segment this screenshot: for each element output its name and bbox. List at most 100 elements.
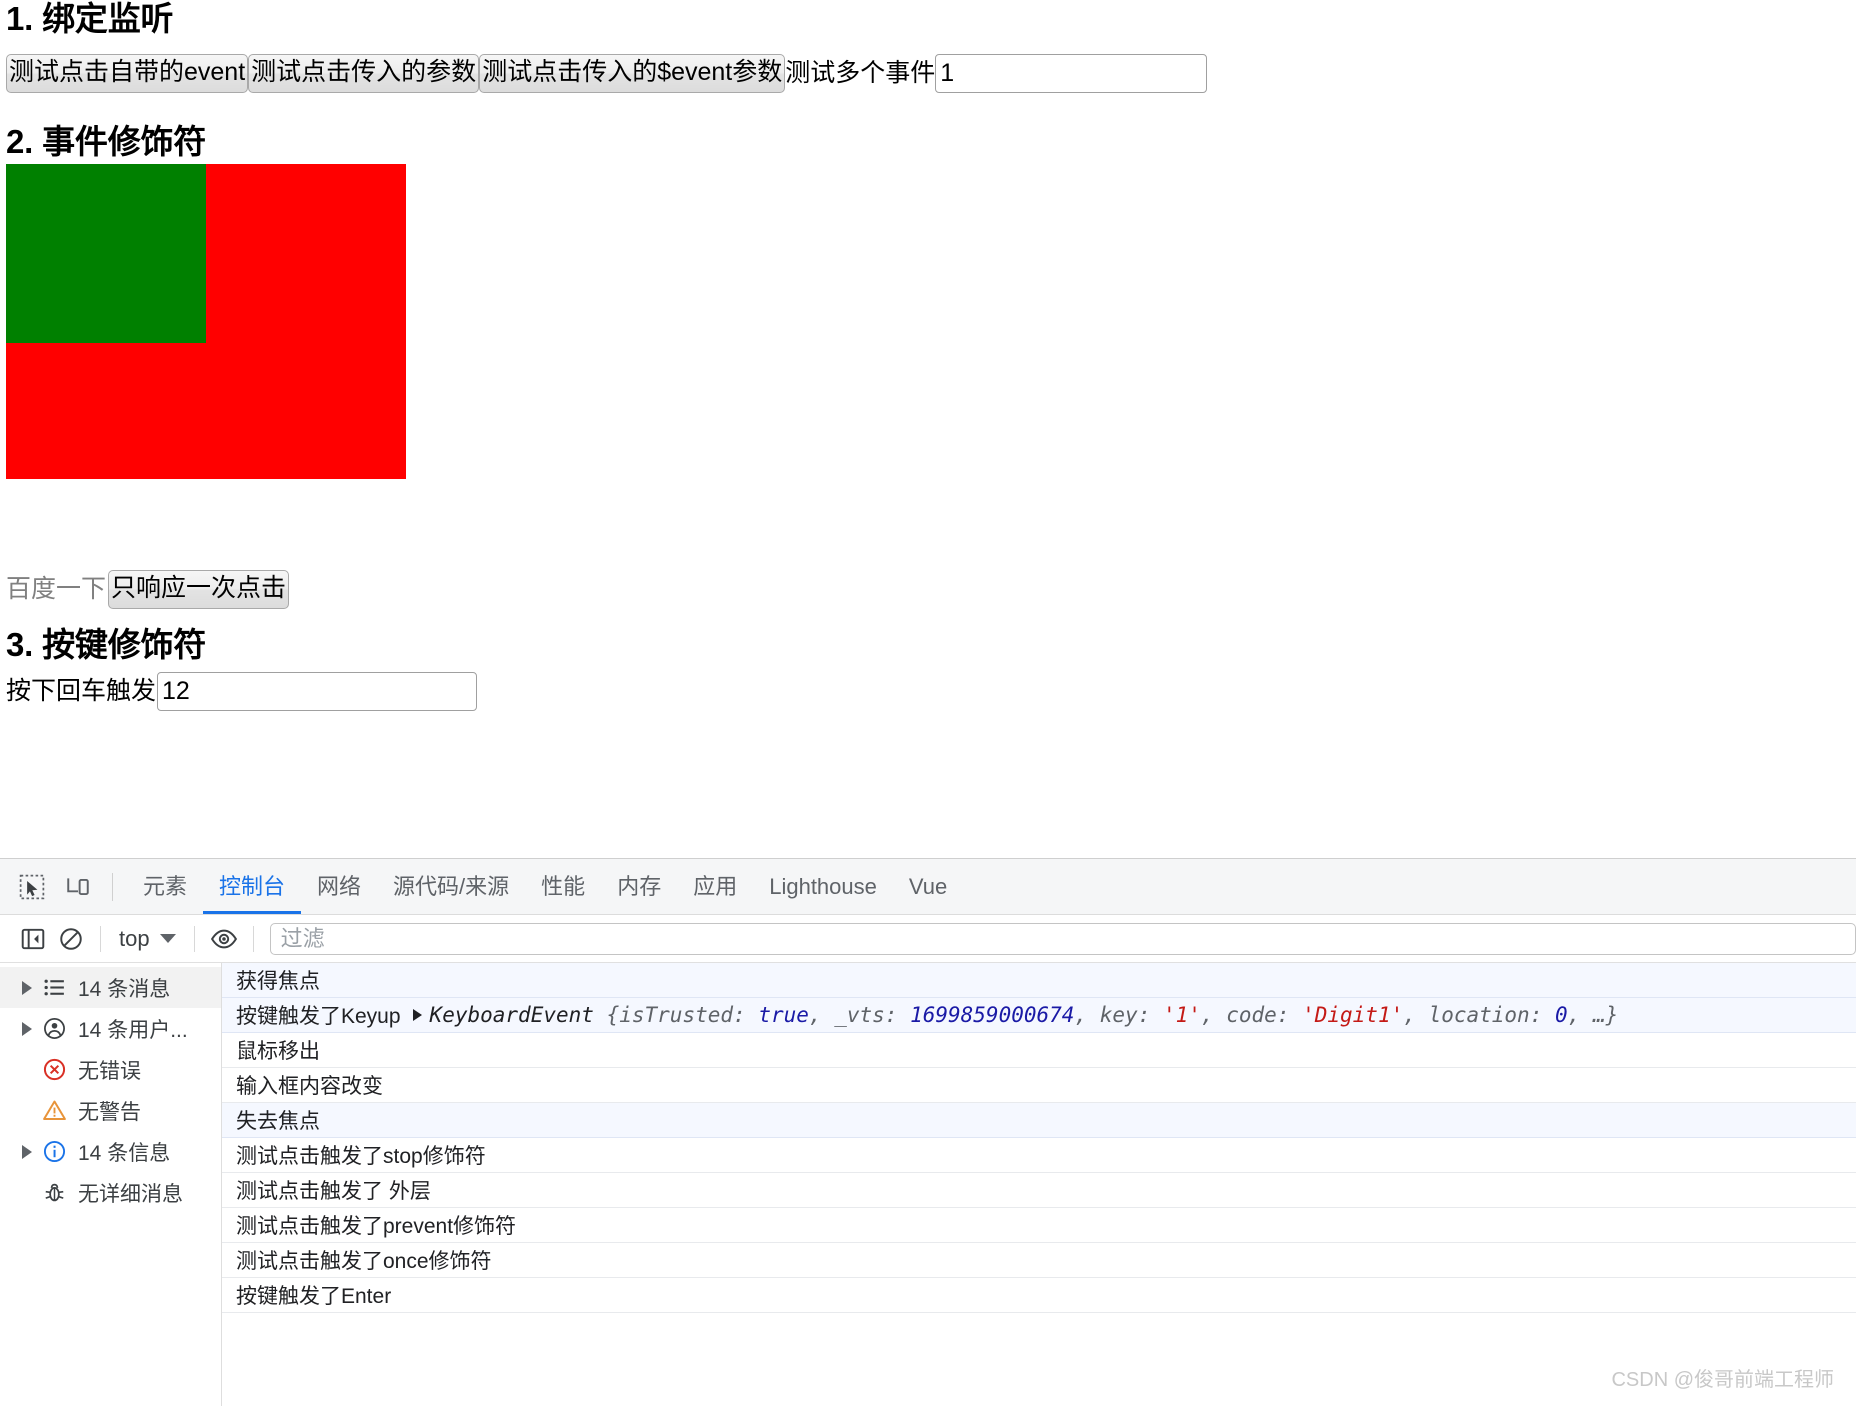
sidebar-label-info: 14 条信息: [78, 1141, 171, 1165]
expand-arrow-icon[interactable]: [18, 980, 36, 995]
chevron-down-icon: [159, 934, 176, 943]
event-field-value: true: [758, 1003, 809, 1027]
log-row[interactable]: 测试点击触发了stop修饰符: [222, 1138, 1856, 1173]
event-field-value: 0: [1555, 1003, 1568, 1027]
expand-arrow-icon[interactable]: [18, 1021, 36, 1036]
sidebar-item-messages[interactable]: 14 条消息: [0, 967, 221, 1008]
bug-icon: [36, 1180, 72, 1205]
log-row[interactable]: 测试点击触发了once修饰符: [222, 1243, 1856, 1278]
baidu-link[interactable]: 百度一下: [6, 570, 106, 609]
devtools-panel: 元素 控制台 网络 源代码/来源 性能 内存 应用 Lighthouse Vue…: [0, 858, 1856, 1406]
execution-context-label: top: [119, 925, 150, 951]
sidebar-label-messages: 14 条消息: [78, 977, 171, 1001]
log-row[interactable]: 鼠标移出: [222, 1033, 1856, 1068]
open-brace: {: [606, 1003, 620, 1027]
user-icon: [36, 1016, 72, 1041]
event-field-key: code: [1226, 1003, 1277, 1027]
event-field-value: 'Digit1': [1302, 1003, 1404, 1027]
sidebar-label-warnings: 无警告: [78, 1100, 141, 1124]
tab-console[interactable]: 控制台: [203, 859, 302, 914]
log-row[interactable]: 按键触发了Enter: [222, 1278, 1856, 1313]
sidebar-item-user-messages[interactable]: 14 条用户...: [0, 1008, 221, 1049]
button-event-native[interactable]: 测试点击自带的event: [6, 54, 249, 93]
button-event-dollar-param[interactable]: 测试点击传入的$event参数: [479, 54, 786, 93]
section-1-title: 1. 绑定监听: [6, 0, 174, 37]
log-message: 鼠标移出: [236, 1040, 320, 1063]
console-log-list[interactable]: 获得焦点 按键触发了Keyup KeyboardEvent { isTruste…: [222, 963, 1856, 1406]
log-message: 测试点击触发了prevent修饰符: [236, 1215, 517, 1238]
button-event-param[interactable]: 测试点击传入的参数: [248, 54, 480, 93]
event-field-key: key: [1099, 1003, 1138, 1027]
console-toolbar-divider-1: [100, 925, 101, 952]
outer-red-box[interactable]: [6, 164, 406, 479]
log-row[interactable]: 获得焦点: [222, 963, 1856, 998]
info-icon: [36, 1139, 72, 1164]
sidebar-item-warnings[interactable]: 无警告: [0, 1090, 221, 1131]
tab-network[interactable]: 网络: [301, 859, 377, 914]
csdn-watermark: CSDN @俊哥前端工程师: [1611, 1369, 1834, 1391]
close-brace: }: [1605, 1003, 1619, 1027]
modifier-link-row: 百度一下 只响应一次点击: [6, 570, 290, 609]
log-message: 失去焦点: [236, 1110, 320, 1133]
event-field-key: isTrusted: [619, 1003, 734, 1027]
log-message: 测试点击触发了 外层: [236, 1180, 431, 1203]
sidebar-label-user-messages: 14 条用户...: [78, 1018, 188, 1042]
clear-console-icon[interactable]: [52, 920, 90, 958]
log-message: 获得焦点: [236, 970, 320, 993]
console-sidebar-toggle-icon[interactable]: [14, 920, 52, 958]
log-row[interactable]: 测试点击触发了prevent修饰符: [222, 1208, 1856, 1243]
log-row[interactable]: 输入框内容改变: [222, 1068, 1856, 1103]
expand-object-arrow-icon[interactable]: [412, 1009, 422, 1021]
multi-event-input[interactable]: [935, 54, 1208, 93]
expand-arrow-icon[interactable]: [18, 1144, 36, 1159]
enter-label: 按下回车触发: [6, 677, 157, 705]
console-sidebar: 14 条消息 14 条用户... 无错误 无警告 14 条信息 无详细消息: [0, 963, 222, 1406]
binding-buttons-row: 测试点击自带的event 测试点击传入的参数 测试点击传入的$event参数 测…: [6, 54, 1208, 93]
event-field-key: location: [1428, 1003, 1530, 1027]
log-message: 输入框内容改变: [236, 1075, 383, 1098]
event-field-value: 1699859000674: [910, 1003, 1075, 1027]
enter-key-input[interactable]: [157, 672, 478, 711]
console-filter-input[interactable]: [269, 922, 1856, 955]
log-message: 测试点击触发了once修饰符: [236, 1250, 492, 1273]
tab-elements[interactable]: 元素: [127, 859, 203, 914]
event-class-name: KeyboardEvent: [429, 1003, 594, 1027]
error-icon: [36, 1057, 72, 1082]
tab-memory[interactable]: 内存: [601, 859, 677, 914]
event-field-value: '1': [1162, 1003, 1201, 1027]
sidebar-item-verbose[interactable]: 无详细消息: [0, 1172, 221, 1213]
console-toolbar: top: [0, 915, 1856, 963]
inspect-element-icon[interactable]: [12, 867, 52, 907]
sidebar-item-info[interactable]: 14 条信息: [0, 1131, 221, 1172]
multi-event-label: 测试多个事件: [785, 59, 936, 87]
log-message: 按键触发了Keyup: [236, 1005, 401, 1028]
sidebar-label-verbose: 无详细消息: [78, 1182, 183, 1206]
tab-performance[interactable]: 性能: [525, 859, 601, 914]
inner-green-box[interactable]: [6, 164, 206, 343]
tab-sources[interactable]: 源代码/来源: [377, 859, 525, 914]
toolbar-divider: [112, 872, 113, 901]
log-row[interactable]: 失去焦点: [222, 1103, 1856, 1138]
device-toolbar-icon[interactable]: [58, 867, 98, 907]
web-page-preview: 1. 绑定监听 测试点击自带的event 测试点击传入的参数 测试点击传入的$e…: [0, 0, 1856, 858]
log-message: 按键触发了Enter: [236, 1285, 392, 1308]
log-row[interactable]: 按键触发了Keyup KeyboardEvent { isTrusted: tr…: [222, 998, 1856, 1033]
warning-icon: [36, 1098, 72, 1123]
tab-vue[interactable]: Vue: [893, 859, 963, 914]
event-field-key: _vts: [834, 1003, 885, 1027]
sidebar-label-errors: 无错误: [78, 1059, 141, 1083]
key-modifier-row: 按下回车触发: [6, 672, 478, 711]
section-3-title: 3. 按键修饰符: [6, 626, 207, 663]
ellipsis: …: [1592, 1003, 1606, 1027]
live-expression-eye-icon[interactable]: [205, 920, 243, 958]
log-message: 测试点击触发了stop修饰符: [236, 1145, 486, 1168]
sidebar-item-errors[interactable]: 无错误: [0, 1049, 221, 1090]
console-body: 14 条消息 14 条用户... 无错误 无警告 14 条信息 无详细消息 获得…: [0, 963, 1856, 1406]
tab-lighthouse[interactable]: Lighthouse: [753, 859, 893, 914]
log-row[interactable]: 测试点击触发了 外层: [222, 1173, 1856, 1208]
console-toolbar-divider-3: [252, 925, 254, 952]
once-modifier-button[interactable]: 只响应一次点击: [108, 570, 290, 609]
tab-application[interactable]: 应用: [677, 859, 753, 914]
devtools-tabbar: 元素 控制台 网络 源代码/来源 性能 内存 应用 Lighthouse Vue: [0, 859, 1856, 915]
execution-context-select[interactable]: top: [111, 926, 184, 952]
